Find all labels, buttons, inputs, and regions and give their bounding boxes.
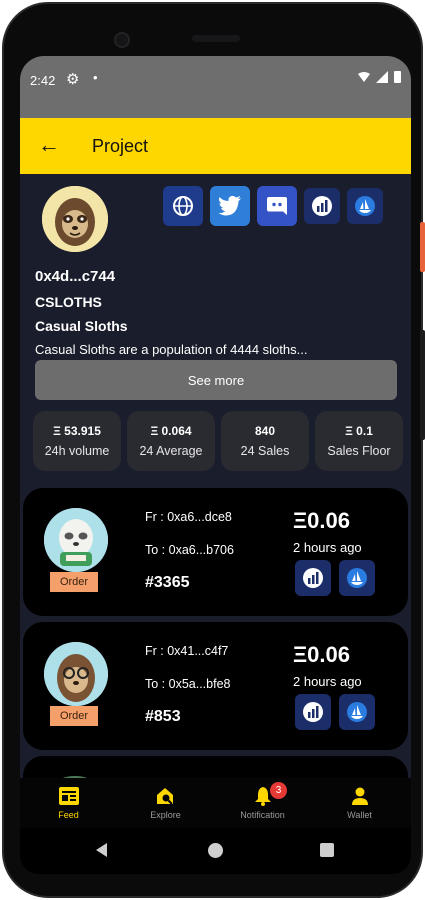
stat-label: Sales Floor xyxy=(327,444,391,458)
bottom-navigation: Feed Explore 3 Notification Wallet xyxy=(20,778,411,828)
order-badge: Order xyxy=(50,572,98,592)
discord-button[interactable] xyxy=(257,186,297,226)
to-address: To : 0xa6...b706 xyxy=(145,543,234,557)
token-id: #853 xyxy=(145,708,181,725)
collection-name: Casual Sloths xyxy=(35,318,128,334)
sale-card[interactable]: Order Fr : 0xa6...dce8 To : 0xa6...b706 … xyxy=(23,488,408,616)
nav-item-feed[interactable]: Feed xyxy=(20,778,117,828)
contract-address: 0x4d...c744 xyxy=(35,268,116,285)
opensea-icon xyxy=(347,568,367,588)
stat-value: Ξ 53.915 xyxy=(53,424,101,438)
nav-label: Wallet xyxy=(347,810,372,820)
see-more-button[interactable]: See more xyxy=(35,360,397,400)
notification-count-badge: 3 xyxy=(270,782,287,799)
sloth-avatar-icon xyxy=(42,186,108,252)
stat-card-volume: Ξ 53.915 24h volume xyxy=(33,411,121,471)
twitter-icon xyxy=(218,195,241,216)
market-chart-button[interactable] xyxy=(295,560,331,596)
stat-card-average: Ξ 0.064 24 Average xyxy=(127,411,215,471)
twitter-button[interactable] xyxy=(210,186,250,226)
token-id: #3365 xyxy=(145,574,190,591)
cell-signal-icon xyxy=(376,71,388,83)
stat-card-floor: Ξ 0.1 Sales Floor xyxy=(315,411,403,471)
sale-card[interactable]: Order Fr : 0x41...c4f7 To : 0x5a...bfe8 … xyxy=(23,622,408,750)
status-icons xyxy=(358,71,401,83)
power-button xyxy=(420,222,425,272)
nft-avatar xyxy=(44,642,108,706)
stat-label: 24 Average xyxy=(139,444,203,458)
sale-time: 2 hours ago xyxy=(293,674,362,689)
notification-dot-icon: • xyxy=(93,70,98,85)
nav-item-wallet[interactable]: Wallet xyxy=(311,778,408,828)
phone-frame: 2:42 ⚙ • ← Project 0x4d...c744 CSLOTHS C… xyxy=(2,2,423,898)
sloth-nft-icon xyxy=(44,508,108,572)
stat-label: 24h volume xyxy=(44,444,110,458)
nav-label: Feed xyxy=(58,810,79,820)
feed-icon xyxy=(58,787,79,805)
app-screen: 2:42 ⚙ • ← Project 0x4d...c744 CSLOTHS C… xyxy=(20,56,411,874)
chart-market-icon xyxy=(312,196,332,216)
nav-label: Explore xyxy=(150,810,181,820)
globe-icon xyxy=(173,196,193,216)
system-navigation-bar xyxy=(20,828,411,874)
settings-gear-icon: ⚙ xyxy=(66,71,80,88)
status-bar: 2:42 ⚙ • xyxy=(20,56,411,118)
stat-label: 24 Sales xyxy=(240,444,290,458)
nft-avatar xyxy=(44,508,108,572)
opensea-button[interactable] xyxy=(339,560,375,596)
order-badge: Order xyxy=(50,706,98,726)
collection-description: Casual Sloths are a population of 4444 s… xyxy=(35,342,308,357)
to-address: To : 0x5a...bfe8 xyxy=(145,677,231,691)
opensea-button[interactable] xyxy=(339,694,375,730)
person-icon xyxy=(351,787,368,805)
explore-icon xyxy=(156,788,173,805)
wifi-icon xyxy=(358,72,370,82)
chart-market-icon xyxy=(303,568,323,588)
chart-market-icon xyxy=(303,702,323,722)
nav-label: Notification xyxy=(240,810,285,820)
back-arrow-icon[interactable]: ← xyxy=(38,133,60,157)
from-address: Fr : 0xa6...dce8 xyxy=(145,510,232,524)
market-chart-button[interactable] xyxy=(304,188,340,224)
stat-value: Ξ 0.1 xyxy=(345,424,373,438)
stat-card-sales: 840 24 Sales xyxy=(221,411,309,471)
from-address: Fr : 0x41...c4f7 xyxy=(145,644,229,658)
discord-icon xyxy=(267,197,287,215)
collection-symbol: CSLOTHS xyxy=(35,294,102,310)
stats-row: Ξ 53.915 24h volume Ξ 0.064 24 Average 8… xyxy=(33,411,403,471)
collection-avatar xyxy=(42,186,108,252)
system-home-icon[interactable] xyxy=(208,843,223,858)
page-title: Project xyxy=(92,136,149,156)
battery-icon xyxy=(394,71,401,83)
opensea-icon xyxy=(355,196,375,216)
sale-price: Ξ0.06 xyxy=(293,642,350,667)
volume-button xyxy=(420,330,425,440)
market-chart-button[interactable] xyxy=(295,694,331,730)
social-links xyxy=(163,186,383,226)
status-time: 2:42 xyxy=(30,73,56,88)
nav-item-explore[interactable]: Explore xyxy=(117,778,214,828)
earpiece-speaker xyxy=(192,35,240,42)
stat-value: Ξ 0.064 xyxy=(150,424,192,438)
nav-item-notification[interactable]: 3 Notification xyxy=(214,778,311,828)
sale-price: Ξ0.06 xyxy=(293,508,350,533)
opensea-icon xyxy=(347,702,367,722)
stat-value: 840 xyxy=(254,424,276,438)
system-recents-icon[interactable] xyxy=(320,843,334,857)
app-bar: ← Project xyxy=(20,118,411,174)
opensea-button[interactable] xyxy=(347,188,383,224)
sloth-nft-icon xyxy=(44,642,108,706)
system-back-icon[interactable] xyxy=(96,843,107,857)
sale-time: 2 hours ago xyxy=(293,540,362,555)
front-camera xyxy=(114,32,130,48)
website-button[interactable] xyxy=(163,186,203,226)
